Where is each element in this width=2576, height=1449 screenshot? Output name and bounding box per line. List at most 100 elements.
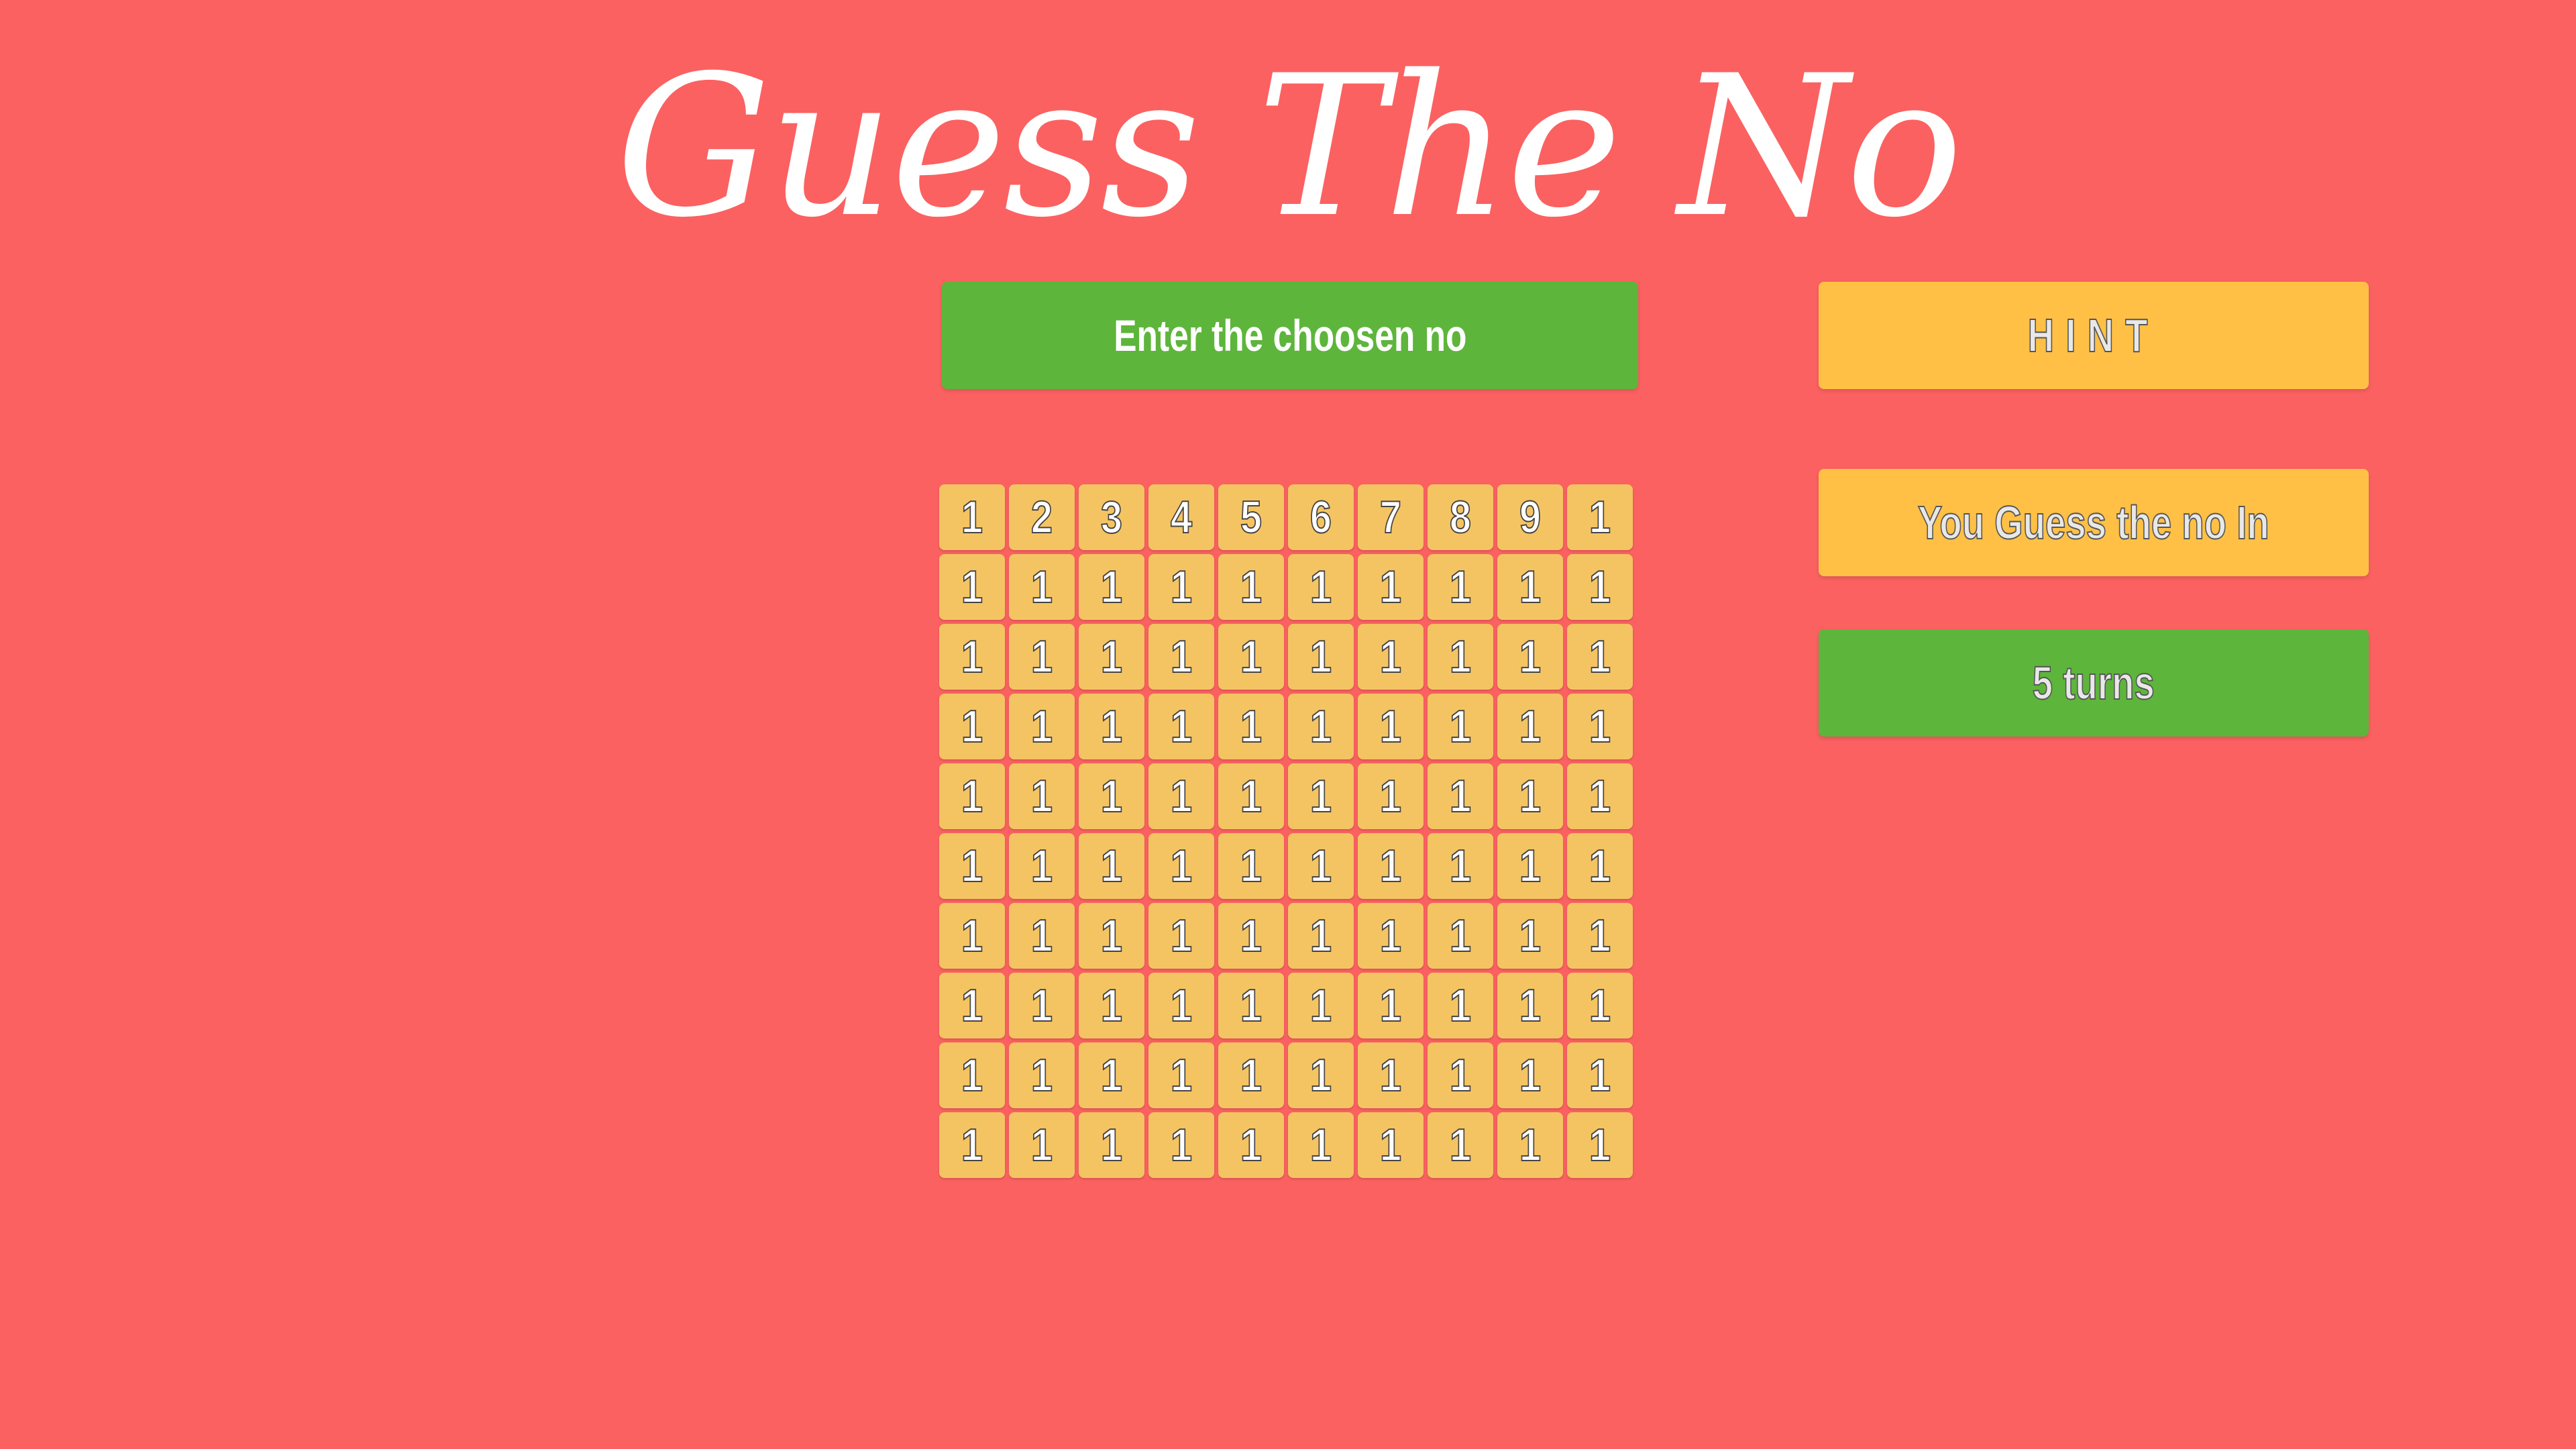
number-cell[interactable]: 1 <box>1567 694 1633 759</box>
number-cell[interactable]: 1 <box>1218 1112 1284 1178</box>
number-cell[interactable]: 1 <box>1009 763 1075 829</box>
number-cell[interactable]: 7 <box>1358 484 1424 550</box>
number-cell[interactable]: 1 <box>1148 973 1214 1038</box>
number-cell[interactable]: 1 <box>939 763 1005 829</box>
number-cell[interactable]: 1 <box>1428 1042 1493 1108</box>
number-cell[interactable]: 1 <box>1497 763 1563 829</box>
number-cell[interactable]: 1 <box>939 1042 1005 1108</box>
number-cell[interactable]: 1 <box>1358 1042 1424 1108</box>
number-cell[interactable]: 1 <box>1358 973 1424 1038</box>
number-cell[interactable]: 1 <box>1218 903 1284 969</box>
number-cell[interactable]: 1 <box>1218 973 1284 1038</box>
number-cell[interactable]: 1 <box>1428 1112 1493 1178</box>
number-cell[interactable]: 1 <box>939 484 1005 550</box>
number-cell[interactable]: 4 <box>1148 484 1214 550</box>
number-cell[interactable]: 1 <box>1148 1042 1214 1108</box>
number-cell[interactable]: 1 <box>1148 554 1214 620</box>
number-cell[interactable]: 1 <box>1358 833 1424 899</box>
number-cell[interactable]: 1 <box>939 624 1005 690</box>
number-cell[interactable]: 1 <box>1009 1042 1075 1108</box>
number-cell[interactable]: 1 <box>1148 833 1214 899</box>
number-cell[interactable]: 1 <box>1079 903 1144 969</box>
number-cell[interactable]: 1 <box>1288 554 1354 620</box>
number-cell[interactable]: 1 <box>1288 1112 1354 1178</box>
number-cell[interactable]: 1 <box>1218 1042 1284 1108</box>
number-cell[interactable]: 1 <box>1497 1042 1563 1108</box>
number-cell[interactable]: 1 <box>1497 833 1563 899</box>
number-cell[interactable]: 1 <box>1079 1042 1144 1108</box>
number-cell[interactable]: 1 <box>1497 694 1563 759</box>
number-cell[interactable]: 1 <box>1079 554 1144 620</box>
number-cell[interactable]: 1 <box>1079 694 1144 759</box>
number-cell[interactable]: 1 <box>1497 554 1563 620</box>
number-cell[interactable]: 1 <box>1567 624 1633 690</box>
number-cell[interactable]: 1 <box>1567 973 1633 1038</box>
number-cell[interactable]: 1 <box>1218 833 1284 899</box>
number-cell[interactable]: 1 <box>1009 1112 1075 1178</box>
number-cell[interactable]: 1 <box>1358 694 1424 759</box>
hint-button[interactable]: HINT <box>1819 282 2369 389</box>
number-cell[interactable]: 1 <box>1358 624 1424 690</box>
number-cell[interactable]: 1 <box>1567 903 1633 969</box>
number-cell[interactable]: 1 <box>1358 903 1424 969</box>
number-cell[interactable]: 1 <box>1218 763 1284 829</box>
number-cell[interactable]: 1 <box>1079 973 1144 1038</box>
number-cell[interactable]: 1 <box>1009 554 1075 620</box>
number-cell[interactable]: 1 <box>1148 1112 1214 1178</box>
number-cell[interactable]: 1 <box>1567 1042 1633 1108</box>
number-cell[interactable]: 1 <box>1148 624 1214 690</box>
number-cell[interactable]: 1 <box>1497 1112 1563 1178</box>
number-cell[interactable]: 1 <box>1148 694 1214 759</box>
number-cell[interactable]: 1 <box>1567 554 1633 620</box>
enter-number-button[interactable]: Enter the choosen no <box>942 282 1638 389</box>
number-cell[interactable]: 3 <box>1079 484 1144 550</box>
number-cell[interactable]: 1 <box>1497 903 1563 969</box>
number-cell[interactable]: 1 <box>1009 903 1075 969</box>
number-cell[interactable]: 1 <box>939 694 1005 759</box>
number-cell[interactable]: 1 <box>1288 833 1354 899</box>
number-cell[interactable]: 1 <box>1358 763 1424 829</box>
number-cell[interactable]: 1 <box>939 554 1005 620</box>
number-cell[interactable]: 1 <box>939 833 1005 899</box>
number-cell[interactable]: 1 <box>1009 694 1075 759</box>
number-cell[interactable]: 1 <box>1218 554 1284 620</box>
number-cell[interactable]: 1 <box>1288 903 1354 969</box>
number-cell[interactable]: 1 <box>1567 484 1633 550</box>
number-cell[interactable]: 2 <box>1009 484 1075 550</box>
number-cell[interactable]: 8 <box>1428 484 1493 550</box>
number-cell[interactable]: 1 <box>1358 1112 1424 1178</box>
number-cell[interactable]: 1 <box>939 1112 1005 1178</box>
number-cell[interactable]: 1 <box>1567 763 1633 829</box>
number-cell[interactable]: 1 <box>1428 763 1493 829</box>
number-cell[interactable]: 9 <box>1497 484 1563 550</box>
number-cell[interactable]: 6 <box>1288 484 1354 550</box>
number-cell[interactable]: 1 <box>1218 624 1284 690</box>
number-cell[interactable]: 1 <box>1288 973 1354 1038</box>
number-cell[interactable]: 1 <box>1218 694 1284 759</box>
number-cell[interactable]: 1 <box>1567 1112 1633 1178</box>
number-cell[interactable]: 1 <box>1079 763 1144 829</box>
number-cell[interactable]: 1 <box>1567 833 1633 899</box>
number-cell[interactable]: 1 <box>1428 903 1493 969</box>
number-cell[interactable]: 1 <box>1079 833 1144 899</box>
number-cell[interactable]: 5 <box>1218 484 1284 550</box>
number-cell[interactable]: 1 <box>1288 624 1354 690</box>
number-cell[interactable]: 1 <box>1288 694 1354 759</box>
number-cell[interactable]: 1 <box>1428 624 1493 690</box>
number-cell[interactable]: 1 <box>1148 903 1214 969</box>
number-cell[interactable]: 1 <box>1288 763 1354 829</box>
number-cell[interactable]: 1 <box>1009 624 1075 690</box>
number-cell[interactable]: 1 <box>939 973 1005 1038</box>
number-cell[interactable]: 1 <box>939 903 1005 969</box>
number-cell[interactable]: 1 <box>1288 1042 1354 1108</box>
number-cell[interactable]: 1 <box>1148 763 1214 829</box>
number-cell[interactable]: 1 <box>1009 833 1075 899</box>
number-cell[interactable]: 1 <box>1428 694 1493 759</box>
number-cell[interactable]: 1 <box>1358 554 1424 620</box>
number-cell[interactable]: 1 <box>1428 554 1493 620</box>
number-cell[interactable]: 1 <box>1497 624 1563 690</box>
number-cell[interactable]: 1 <box>1079 1112 1144 1178</box>
number-cell[interactable]: 1 <box>1428 973 1493 1038</box>
number-cell[interactable]: 1 <box>1497 973 1563 1038</box>
number-cell[interactable]: 1 <box>1428 833 1493 899</box>
